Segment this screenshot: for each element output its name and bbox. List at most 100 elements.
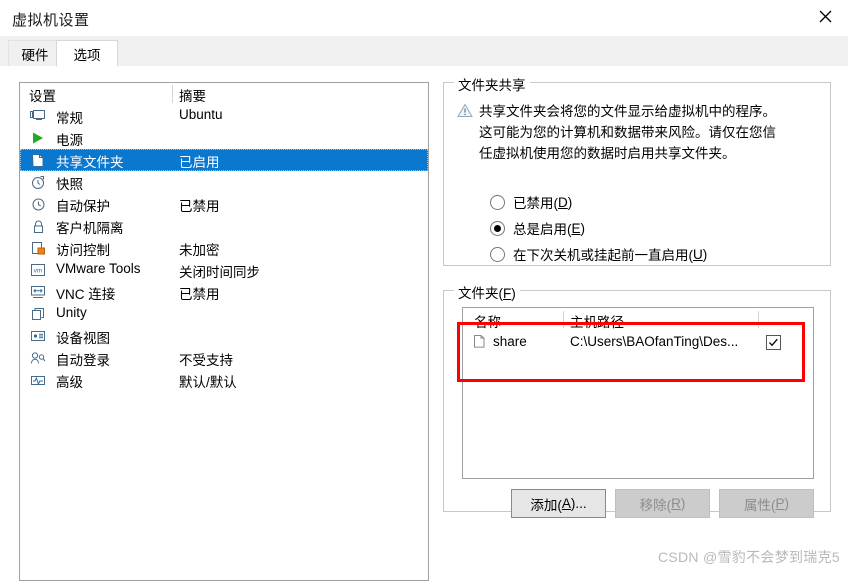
list-item-summary: 默认/默认 — [179, 375, 237, 390]
list-item-general[interactable]: 常规 Ubuntu — [20, 105, 428, 127]
sharing-mode-radio-group[interactable]: 已禁用(D) 总是启用(E) 在下次关机或挂起前一直启用(U) — [490, 189, 707, 267]
radio-always-enabled-suffix: ) — [580, 220, 586, 236]
list-item-vmware-tools[interactable]: vm VMware Tools 关闭时间同步 — [20, 259, 428, 281]
list-item-summary: 已禁用 — [179, 199, 220, 214]
folder-properties-accel: P — [775, 496, 785, 511]
folders-table[interactable]: 名称 主机路径 share C:\Users\BAOfanTing\Des... — [462, 307, 814, 479]
folders-table-header: 名称 主机路径 — [463, 308, 813, 331]
list-item-summary: 未加密 — [179, 243, 220, 258]
tab-hardware-label: 硬件 — [21, 47, 49, 63]
list-item-label: 客户机隔离 — [56, 221, 124, 236]
warning-triangle-icon — [457, 101, 479, 164]
folder-properties-label-prefix: 属性( — [743, 497, 776, 513]
list-item-shared-folders[interactable]: 共享文件夹 已启用 — [20, 149, 428, 171]
folders-button-row: 添加(A)... 移除(R) 属性(P) — [462, 489, 814, 518]
list-item-power[interactable]: 电源 — [20, 127, 428, 149]
folders-column-name: 名称 — [474, 315, 501, 330]
close-icon — [819, 10, 832, 23]
folder-enabled-checkbox[interactable] — [766, 335, 781, 350]
tab-strip: 硬件 选项 — [0, 36, 848, 67]
folders-column-separator-1 — [563, 311, 564, 328]
list-item-snapshot[interactable]: 快照 — [20, 171, 428, 193]
list-item-label: 高级 — [56, 375, 83, 390]
radio-disabled[interactable]: 已禁用(D) — [490, 189, 707, 215]
list-item-summary: Ubuntu — [179, 107, 223, 122]
list-item-summary: 已启用 — [179, 155, 220, 170]
snapshot-clock-icon — [29, 173, 47, 191]
right-column: 文件夹共享 共享文件夹会将您的文件显示给虚拟机中的程序。这可能为您的计算机和数据… — [443, 74, 831, 518]
folder-name: share — [493, 334, 527, 349]
list-item-summary: 关闭时间同步 — [179, 265, 260, 280]
list-item-unity[interactable]: Unity — [20, 303, 428, 325]
folder-properties-button[interactable]: 属性(P) — [719, 489, 814, 518]
list-item-label: 常规 — [56, 111, 83, 126]
list-item-label: 自动保护 — [56, 199, 110, 214]
monitor-icon — [29, 107, 47, 125]
list-item-label: VMware Tools — [56, 261, 141, 276]
list-item-guest-isolation[interactable]: 客户机隔离 — [20, 215, 428, 237]
radio-disabled-label: 已禁用( — [513, 196, 558, 211]
tab-options[interactable]: 选项 — [56, 40, 118, 67]
column-separator — [172, 85, 173, 103]
folders-column-host-path: 主机路径 — [570, 315, 624, 330]
remove-folder-accel: R — [671, 496, 681, 511]
title-bar: 虚拟机设置 — [0, 0, 848, 36]
radio-mark — [490, 194, 505, 210]
radio-until-shutdown-label: 在下次关机或挂起前一直启用( — [513, 248, 693, 263]
folders-title-accel: F — [503, 286, 512, 301]
sharing-warning-text: 共享文件夹会将您的文件显示给虚拟机中的程序。这可能为您的计算机和数据带来风险。请… — [479, 104, 776, 161]
options-pane: 设置 摘要 常规 Ubuntu 电源 共享文件夹 已启用 快照 自动保护 已禁用… — [0, 66, 848, 581]
list-item-autoprotect[interactable]: 自动保护 已禁用 — [20, 193, 428, 215]
column-header-setting: 设置 — [29, 89, 56, 104]
table-row[interactable]: share C:\Users\BAOfanTing\Des... — [463, 331, 813, 355]
folder-sharing-group: 文件夹共享 共享文件夹会将您的文件显示给虚拟机中的程序。这可能为您的计算机和数据… — [443, 74, 831, 267]
vnc-icon — [29, 283, 47, 301]
power-play-icon — [29, 129, 47, 147]
list-item-label: 自动登录 — [56, 353, 110, 368]
folders-title: 文件夹(F) — [454, 282, 520, 302]
radio-disabled-suffix: ) — [567, 194, 573, 210]
auto-login-icon — [29, 349, 47, 367]
radio-mark — [490, 246, 505, 262]
add-folder-accel: A — [561, 496, 571, 511]
folders-title-suffix: ) — [511, 286, 516, 301]
list-item-label: VNC 连接 — [56, 287, 116, 302]
radio-until-shutdown[interactable]: 在下次关机或挂起前一直启用(U) — [490, 241, 707, 267]
list-item-summary: 不受支持 — [179, 353, 233, 368]
folders-title-prefix: 文件夹( — [458, 286, 503, 301]
vmware-tools-icon: vm — [29, 261, 47, 279]
radio-always-enabled[interactable]: 总是启用(E) — [490, 215, 707, 241]
list-item-summary: 已禁用 — [179, 287, 220, 302]
watermark: CSDN @雪豹不会梦到瑞克5 — [657, 549, 840, 565]
list-item-label: 访问控制 — [56, 243, 110, 258]
list-item-label: 设备视图 — [56, 331, 110, 346]
list-item-advanced[interactable]: 高级 默认/默认 — [20, 369, 428, 391]
column-header-summary: 摘要 — [179, 89, 206, 104]
folders-column-separator-2 — [758, 311, 759, 328]
shared-folder-icon — [29, 151, 47, 169]
remove-folder-label-suffix: ) — [680, 496, 686, 511]
lock-icon — [29, 217, 47, 235]
list-item-vnc[interactable]: VNC 连接 已禁用 — [20, 281, 428, 303]
radio-until-shutdown-suffix: ) — [702, 246, 708, 262]
tab-options-label: 选项 — [73, 47, 101, 63]
remove-folder-label-prefix: 移除( — [639, 497, 672, 513]
list-item-access-control[interactable]: 访问控制 未加密 — [20, 237, 428, 259]
settings-list[interactable]: 设置 摘要 常规 Ubuntu 电源 共享文件夹 已启用 快照 自动保护 已禁用… — [19, 82, 429, 581]
remove-folder-button[interactable]: 移除(R) — [615, 489, 710, 518]
list-item-auto-login[interactable]: 自动登录 不受支持 — [20, 347, 428, 369]
folders-group: 文件夹(F) 名称 主机路径 share C:\Users\BAOfanTing… — [443, 282, 831, 518]
radio-mark — [490, 220, 505, 236]
add-folder-button[interactable]: 添加(A)... — [511, 489, 606, 518]
close-button[interactable] — [802, 0, 848, 32]
window-title: 虚拟机设置 — [12, 12, 90, 29]
folder-host-path: C:\Users\BAOfanTing\Des... — [570, 334, 739, 349]
list-item-device-view[interactable]: 设备视图 — [20, 325, 428, 347]
settings-list-header: 设置 摘要 — [20, 83, 428, 105]
radio-until-shutdown-accel: U — [693, 246, 703, 262]
svg-text:vm: vm — [34, 268, 43, 275]
folder-icon — [473, 334, 489, 350]
folder-sharing-title: 文件夹共享 — [454, 74, 530, 94]
tab-hardware[interactable]: 硬件 — [8, 40, 62, 66]
radio-disabled-accel: D — [558, 194, 568, 210]
